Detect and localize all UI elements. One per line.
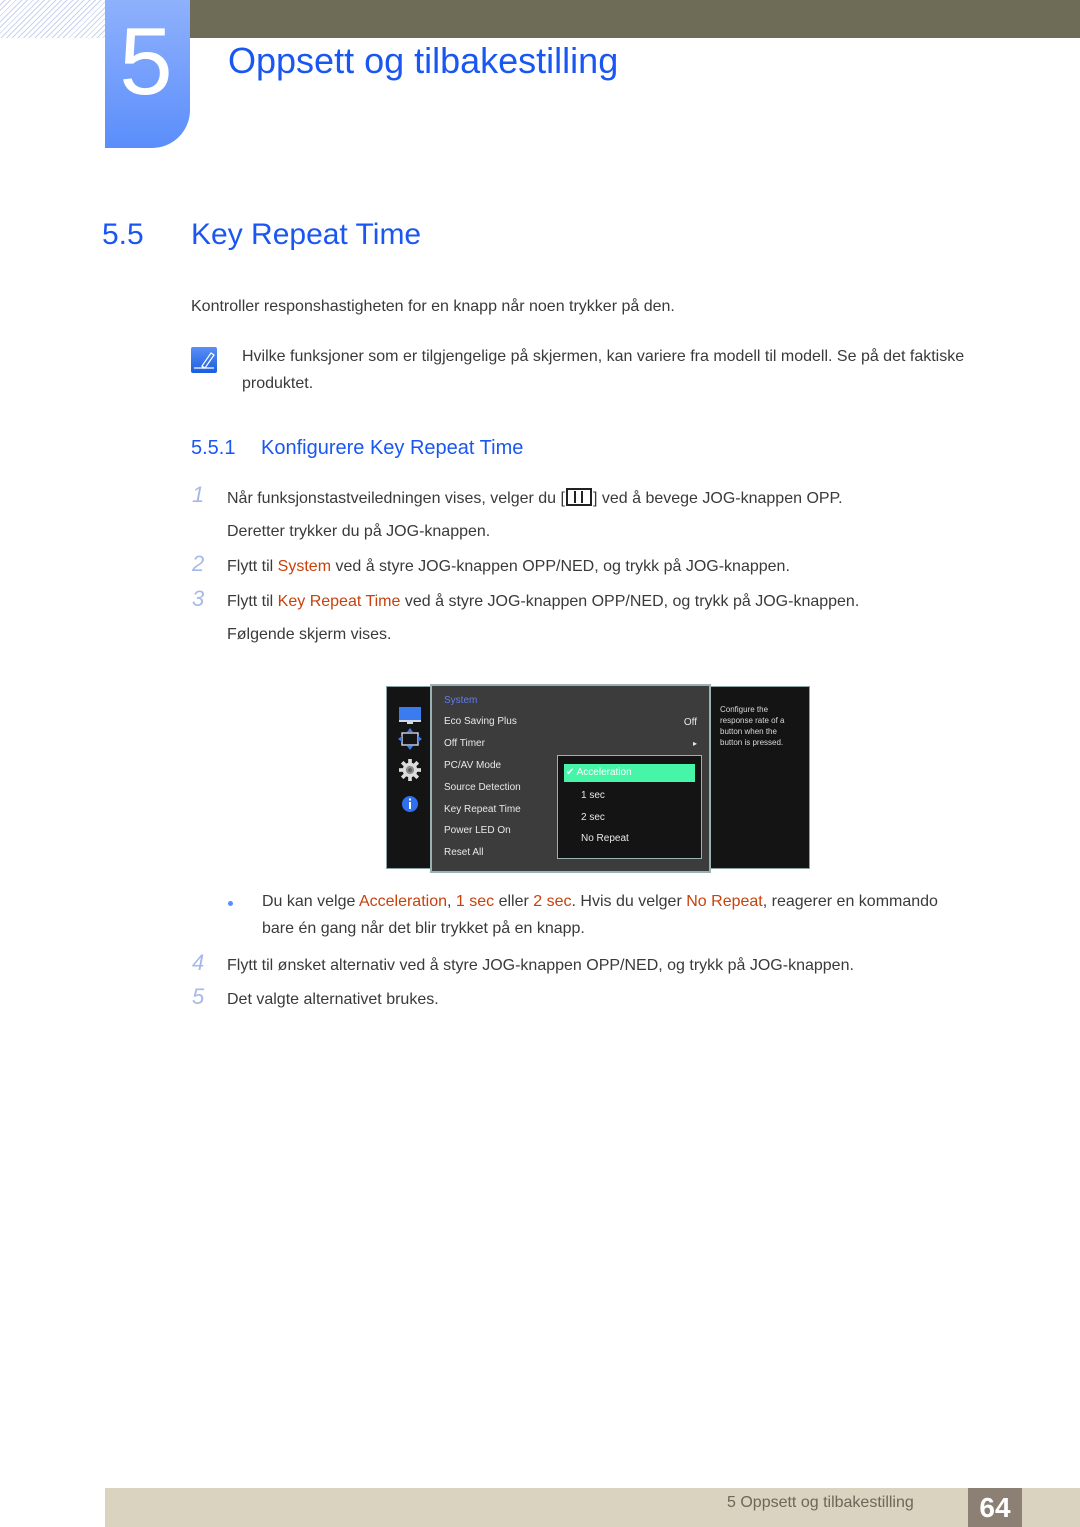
chapter-tab: 5: [105, 0, 190, 148]
subsection-title: Konfigurere Key Repeat Time: [261, 437, 524, 459]
check-icon: ✔: [566, 767, 575, 778]
osd-option[interactable]: 2 sec: [581, 812, 605, 823]
step-text: Når funksjonstastveiledningen vises, vel…: [227, 488, 843, 540]
section-title: Key Repeat Time: [191, 218, 422, 251]
osd-menu-item-reset-all[interactable]: Reset All: [444, 847, 483, 858]
osd-options-submenu: ✔ Acceleration 1 sec 2 sec No Repeat: [557, 755, 702, 859]
step-number: 2: [192, 551, 205, 576]
highlight-term: No Repeat: [686, 893, 763, 910]
header-bar: [190, 0, 1080, 38]
position-icon[interactable]: [398, 728, 422, 750]
note-text: Hvilke funksjoner som er tilgjengelige p…: [242, 348, 965, 392]
menu-icon: [565, 488, 592, 506]
highlight-term: Acceleration: [358, 893, 447, 910]
step-text: Flytt til ønsket alternativ ved å styre …: [227, 957, 854, 974]
step-number: 4: [192, 950, 205, 975]
osd-menu-item-eco-saving-plus[interactable]: Eco Saving Plus: [444, 716, 517, 727]
osd-menu-item-power-led-on[interactable]: Power LED On: [444, 825, 511, 836]
osd-icon-column: [387, 687, 431, 868]
bullet-icon: [228, 901, 233, 906]
header-hatch-decoration: [0, 0, 105, 38]
highlight-term: 2 sec: [533, 893, 572, 910]
picture-icon[interactable]: [398, 705, 422, 727]
osd-menu-item-pc-av-mode[interactable]: PC/AV Mode: [444, 760, 501, 771]
section-intro: Kontroller responshastigheten for en kna…: [191, 298, 675, 315]
step-text: Flytt til System ved å styre JOG-knappen…: [227, 558, 790, 575]
step-number: 3: [192, 586, 205, 611]
highlight-term: System: [277, 558, 332, 575]
step-text: Flytt til Key Repeat Time ved å styre JO…: [227, 593, 860, 643]
submenu-arrow-icon: ▸: [692, 739, 697, 748]
step-text: Det valgte alternativet brukes.: [227, 991, 439, 1008]
osd-help-text: Configure the response rate of a button …: [720, 705, 785, 747]
gear-icon[interactable]: [398, 759, 422, 781]
osd-menu-item-source-detection[interactable]: Source Detection: [444, 782, 521, 793]
osd-option[interactable]: 1 sec: [581, 790, 605, 801]
note-pencil-icon: [191, 347, 217, 373]
osd-menu-item-off-timer[interactable]: Off Timer: [444, 738, 485, 749]
footer-chapter-label: 5 Oppsett og tilbakestilling: [727, 1494, 914, 1511]
subsection-number: 5.5.1: [191, 437, 236, 459]
highlight-term: 1 sec: [455, 893, 495, 910]
step-number: 1: [192, 482, 205, 507]
page-number: 64: [968, 1488, 1022, 1527]
bullet-text: Du kan velge Acceleration, 1 sec eller 2…: [262, 893, 938, 937]
osd-option[interactable]: No Repeat: [581, 833, 629, 844]
osd-menu-header: System: [444, 695, 478, 706]
footer-bar: [105, 1488, 1080, 1527]
chapter-title: Oppsett og tilbakestilling: [228, 40, 619, 81]
osd-option-selected[interactable]: ✔ Acceleration: [564, 764, 695, 782]
osd-menu-value: Off: [683, 717, 697, 728]
chapter-number: 5: [119, 8, 173, 115]
highlight-term: Key Repeat Time: [277, 593, 401, 610]
section-number: 5.5: [102, 218, 144, 251]
info-icon[interactable]: [398, 793, 422, 815]
step-number: 5: [192, 984, 205, 1009]
osd-menu-item-key-repeat-time[interactable]: Key Repeat Time: [444, 804, 521, 815]
